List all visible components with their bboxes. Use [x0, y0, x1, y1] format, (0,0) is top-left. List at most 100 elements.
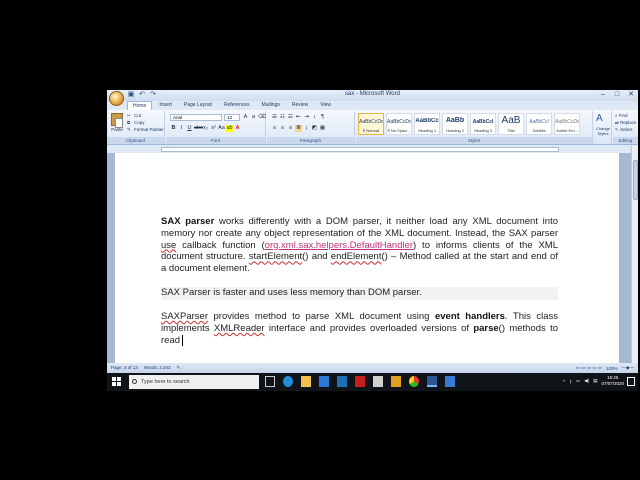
underline-icon[interactable]: U: [186, 125, 193, 132]
notification-icon[interactable]: [627, 377, 635, 386]
text-run: works differently with a DOM parser, it …: [161, 216, 558, 239]
font-color-icon[interactable]: A: [234, 125, 241, 132]
align-right-icon[interactable]: ≡: [287, 125, 294, 132]
bluetooth-icon[interactable]: ᛒ: [569, 379, 572, 384]
tab-page-layout[interactable]: Page Layout: [179, 101, 217, 110]
sort-icon[interactable]: ↕: [311, 114, 318, 121]
zoom-slider[interactable]: —◆—: [622, 365, 634, 371]
style-name: Heading 1: [417, 128, 437, 133]
style-subtle-emphasis[interactable]: AaBbCcDc Subtle Em...: [554, 113, 580, 135]
document-area: SAX parser works differently with a DOM …: [107, 153, 631, 363]
clock-date: 07/07/2020: [601, 381, 624, 386]
style-normal[interactable]: AaBbCcDc ¶ Normal: [358, 113, 384, 135]
replace-button[interactable]: ⇄ Replace: [615, 120, 637, 126]
close-button[interactable]: ✕: [624, 90, 638, 100]
line-spacing-icon[interactable]: ↨: [303, 125, 310, 132]
format-painter-button[interactable]: ✎ Format Painter: [127, 127, 164, 132]
increase-indent-icon[interactable]: ⇥: [303, 114, 310, 121]
document-page[interactable]: SAX parser works differently with a DOM …: [115, 153, 619, 363]
align-left-icon[interactable]: ≡: [271, 125, 278, 132]
bold-icon[interactable]: B: [170, 125, 177, 132]
style-heading-1[interactable]: AaBbCc Heading 1: [414, 113, 440, 135]
borders-icon[interactable]: ▦: [319, 125, 326, 132]
numbering-icon[interactable]: ☷: [279, 114, 286, 121]
find-button[interactable]: ⌕ Find: [615, 113, 628, 118]
start-button[interactable]: [112, 377, 121, 386]
maximize-button[interactable]: □: [610, 90, 624, 100]
tab-home[interactable]: Home: [127, 101, 153, 110]
text-run: interface and provides overloaded versio…: [264, 322, 474, 334]
chevron-up-icon[interactable]: ^: [563, 379, 565, 384]
align-center-icon[interactable]: ≡: [279, 125, 286, 132]
styles-group: AaBbCcDc ¶ Normal AaBbCcDc ¶ No Spaci...…: [356, 111, 593, 144]
copy-button[interactable]: ⧉ Copy: [127, 120, 145, 125]
taskbar-search[interactable]: Type here to search: [129, 375, 259, 389]
decrease-indent-icon[interactable]: ⇤: [295, 114, 302, 121]
style-heading-2[interactable]: AaBb Heading 2: [442, 113, 468, 135]
horizontal-ruler[interactable]: [107, 146, 638, 153]
clock[interactable]: 15:25 07/07/2020: [601, 375, 624, 387]
vertical-scrollbar[interactable]: [631, 146, 638, 363]
word-count[interactable]: Words: 2,343: [144, 365, 171, 371]
binoculars-icon: ⌕: [615, 113, 618, 118]
style-sample: AaB: [501, 115, 521, 126]
mail-icon[interactable]: [337, 376, 347, 387]
highlight-icon[interactable]: ab: [226, 125, 233, 132]
app-icon-3[interactable]: [445, 376, 455, 387]
grow-font-icon[interactable]: A: [242, 114, 249, 121]
bullets-icon[interactable]: ☰: [271, 114, 278, 121]
page-indicator[interactable]: Page: 3 of 13: [111, 365, 138, 371]
shrink-font-icon[interactable]: a: [250, 114, 257, 121]
zoom-level[interactable]: 100%: [606, 366, 618, 371]
paragraph-2[interactable]: SAX Parser is faster and uses less memor…: [161, 287, 558, 299]
superscript-icon[interactable]: x²: [210, 125, 217, 132]
app-icon[interactable]: [373, 376, 383, 387]
volume-icon[interactable]: ◀): [584, 378, 589, 384]
show-marks-icon[interactable]: ¶: [319, 114, 326, 121]
tab-insert[interactable]: Insert: [154, 101, 177, 110]
edge-icon[interactable]: [283, 376, 293, 387]
font-size-box[interactable]: 12: [224, 114, 240, 121]
office-button[interactable]: [109, 91, 124, 106]
chrome-icon[interactable]: [409, 376, 419, 387]
view-buttons[interactable]: ▭ ▭ ▭ ▭ ▭: [576, 365, 602, 371]
change-case-icon[interactable]: Aa: [218, 125, 225, 132]
tab-references[interactable]: References: [219, 101, 255, 110]
italic-icon[interactable]: I: [178, 125, 185, 132]
scrollbar-thumb[interactable]: [633, 160, 638, 200]
style-no-spacing[interactable]: AaBbCcDc ¶ No Spaci...: [386, 113, 412, 135]
cut-button[interactable]: ✂ Cut: [127, 113, 141, 118]
tab-mailings[interactable]: Mailings: [257, 101, 285, 110]
justify-icon[interactable]: ≣: [295, 125, 302, 132]
font-group: Arial 12 A a ⌫ B I U abc x₂ x² Aa ab A F…: [166, 111, 266, 144]
minimize-button[interactable]: –: [596, 90, 610, 100]
tab-view[interactable]: View: [315, 101, 336, 110]
task-view-icon[interactable]: [265, 376, 275, 387]
change-styles-button[interactable]: Change Styles: [594, 126, 612, 136]
file-explorer-icon[interactable]: [301, 376, 311, 387]
style-title[interactable]: AaB Title: [498, 113, 524, 135]
store-icon[interactable]: [319, 376, 329, 387]
style-heading-3[interactable]: AaBbCcI Heading 3: [470, 113, 496, 135]
text-link[interactable]: org.xml.sax.helpers.DefaultHandler: [265, 240, 413, 251]
word-window: ▣ ↶ ↷ sax - Microsoft Word – □ ✕ Home In…: [107, 90, 638, 373]
proofing-icon[interactable]: ✎: [176, 365, 180, 371]
network-icon[interactable]: ▭: [576, 378, 580, 384]
paragraph-1[interactable]: SAX parser works differently with a DOM …: [161, 216, 558, 275]
strikethrough-icon[interactable]: abc: [194, 125, 203, 132]
subscript-icon[interactable]: x₂: [202, 125, 209, 132]
paragraph-3[interactable]: SAXParser provides method to parse XML d…: [161, 311, 558, 346]
word-icon[interactable]: [427, 376, 437, 387]
change-styles-icon: A: [596, 113, 603, 124]
style-subtitle[interactable]: AaBbCcI Subtitle: [526, 113, 552, 135]
select-button[interactable]: ↖ Select: [615, 127, 633, 133]
tab-review[interactable]: Review: [287, 101, 313, 110]
language-icon[interactable]: ▤: [593, 378, 597, 384]
shading-icon[interactable]: ◩: [311, 125, 318, 132]
paste-button[interactable]: Paste: [110, 113, 124, 135]
acrobat-icon[interactable]: [355, 376, 365, 387]
clear-format-icon[interactable]: ⌫: [258, 114, 266, 121]
app-icon-2[interactable]: [391, 376, 401, 387]
font-family-box[interactable]: Arial: [170, 114, 222, 121]
multilevel-list-icon[interactable]: ☲: [287, 114, 294, 121]
